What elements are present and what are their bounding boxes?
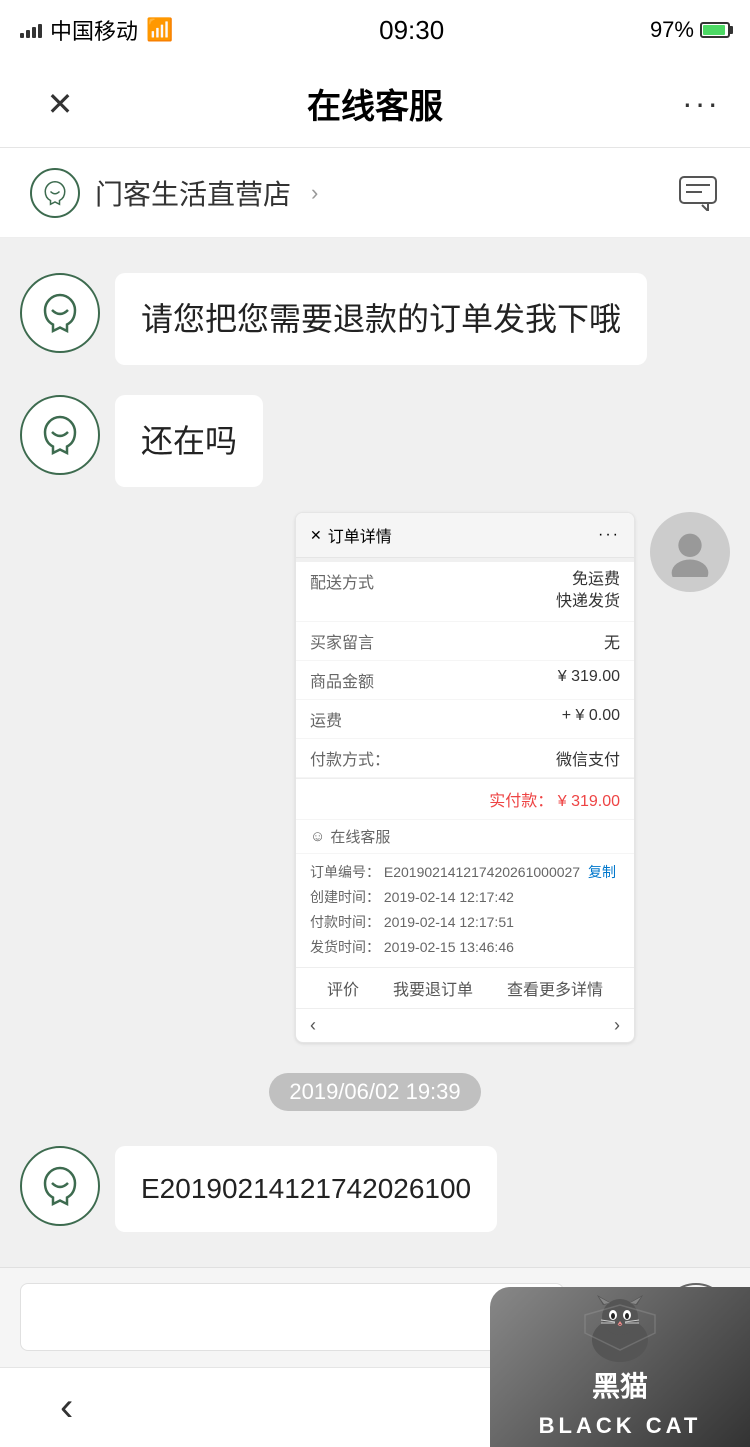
- agent-bubble-1: 请您把您需要退款的订单发我下哦: [115, 273, 647, 365]
- nav-prev-icon[interactable]: ‹: [310, 1015, 316, 1036]
- ship-time-row: 发货时间： 2019-02-15 13:46:46: [310, 935, 620, 960]
- delivery-label: 配送方式: [310, 569, 374, 614]
- online-service-label: 在线客服: [330, 826, 390, 847]
- online-service-row: ☺ 在线客服: [296, 819, 634, 853]
- agent-avatar-3: [20, 1146, 100, 1226]
- create-time-label: 创建时间：: [310, 889, 380, 905]
- order-close-icon: ✕: [310, 527, 322, 544]
- chinese-cat-text: 黑猫: [592, 1365, 648, 1405]
- pay-method-value: 微信支付: [556, 746, 620, 770]
- order-card-nav: ‹ ›: [296, 1008, 634, 1042]
- create-time-value: 2019-02-14 12:17:42: [384, 889, 514, 905]
- order-no-value: E201902141217420261000027: [384, 864, 580, 880]
- back-button[interactable]: ‹: [60, 1385, 73, 1430]
- wifi-icon: 📶: [146, 17, 173, 43]
- chat-list-icon: [678, 175, 718, 211]
- chat-area: 请您把您需要退款的订单发我下哦 还在吗 ✕ 订单详情: [0, 238, 750, 1267]
- nav-title: 在线客服: [307, 79, 443, 128]
- time-display: 09:30: [379, 15, 444, 46]
- agent-message-1-text: 请您把您需要退款的订单发我下哦: [141, 301, 621, 337]
- signal-icon: [20, 22, 42, 38]
- action-refund[interactable]: 我要退订单: [393, 976, 473, 1000]
- shop-info[interactable]: 门客生活直营店 ›: [30, 168, 318, 218]
- delivery-value: 免运费快递发货: [556, 569, 620, 614]
- agent-message-3-text: E20190214121742026100: [141, 1173, 471, 1204]
- shop-header: 门客生活直营店 ›: [0, 148, 750, 238]
- more-button[interactable]: ···: [660, 85, 720, 122]
- agent-bubble-3: E20190214121742026100: [115, 1146, 497, 1232]
- status-left: 中国移动 📶: [20, 14, 173, 46]
- order-no-label: 订单编号：: [310, 864, 380, 880]
- agent-logo-icon: [36, 289, 84, 337]
- shop-logo: [30, 168, 80, 218]
- order-detail-info: 订单编号： E201902141217420261000027 复制 创建时间：…: [296, 853, 634, 967]
- black-cat-label: 黑猫: [592, 1365, 648, 1405]
- shop-logo-icon: [40, 178, 70, 208]
- timestamp-badge: 2019/06/02 19:39: [269, 1073, 480, 1111]
- battery-percent: 97%: [650, 17, 694, 43]
- shipping-label: 运费: [310, 707, 342, 731]
- ship-time-label: 发货时间：: [310, 939, 380, 955]
- battery-icon: [700, 22, 730, 38]
- pay-method-row: 付款方式： 微信支付: [296, 739, 634, 778]
- agent-message-2: 还在吗: [0, 380, 750, 502]
- order-card-title: 订单详情: [328, 523, 392, 547]
- create-time-row: 创建时间： 2019-02-14 12:17:42: [310, 885, 620, 910]
- agent-message-1: 请您把您需要退款的订单发我下哦: [0, 258, 750, 380]
- order-no-row: 订单编号： E201902141217420261000027 复制: [310, 860, 620, 885]
- buyer-note-value: 无: [604, 629, 620, 653]
- pay-time-row: 付款时间： 2019-02-14 12:17:51: [310, 910, 620, 935]
- user-avatar: [650, 512, 730, 592]
- nav-bar: ✕ 在线客服 ···: [0, 60, 750, 148]
- black-cat-english-text: BLACK CAT: [539, 1413, 702, 1439]
- agent-logo-icon-2: [36, 411, 84, 459]
- action-details[interactable]: 查看更多详情: [507, 976, 603, 1000]
- order-card[interactable]: ✕ 订单详情 ··· 配送方式 免运费快递发货 买家留言 无 商品金额 ¥ 31…: [295, 512, 635, 1043]
- agent-message-3: E20190214121742026100: [0, 1131, 750, 1247]
- black-cat-watermark: 黑猫 BLACK CAT: [490, 1287, 750, 1447]
- pay-time-label: 付款时间：: [310, 914, 380, 930]
- agent-message-2-text: 还在吗: [141, 423, 237, 459]
- agent-avatar-2: [20, 395, 100, 475]
- status-bar: 中国移动 📶 09:30 97%: [0, 0, 750, 60]
- action-review[interactable]: 评价: [327, 976, 359, 1000]
- buyer-note-row: 买家留言 无: [296, 622, 634, 661]
- pay-method-label: 付款方式：: [310, 746, 390, 770]
- agent-bubble-2: 还在吗: [115, 395, 263, 487]
- order-card-header-left: ✕ 订单详情: [310, 523, 392, 547]
- battery-fill: [703, 25, 725, 35]
- order-card-header: ✕ 订单详情 ···: [296, 513, 634, 558]
- message-input[interactable]: [20, 1283, 564, 1351]
- user-order-message: ✕ 订单详情 ··· 配送方式 免运费快递发货 买家留言 无 商品金额 ¥ 31…: [0, 502, 750, 1053]
- chat-list-button[interactable]: [676, 171, 720, 215]
- nav-next-icon[interactable]: ›: [614, 1015, 620, 1036]
- pay-time-value: 2019-02-14 12:17:51: [384, 914, 514, 930]
- copy-label[interactable]: 复制: [588, 864, 616, 880]
- order-card-more-icon: ···: [598, 526, 620, 544]
- black-cat-logo-icon: [575, 1295, 665, 1365]
- actual-pay-value: ¥ 319.00: [558, 793, 620, 810]
- user-avatar-icon: [665, 527, 715, 577]
- buyer-note-label: 买家留言: [310, 629, 374, 653]
- delivery-row: 配送方式 免运费快递发货: [296, 562, 634, 622]
- ship-time-value: 2019-02-15 13:46:46: [384, 939, 514, 955]
- actual-pay-row: 实付款： ¥ 319.00: [296, 778, 634, 819]
- shipping-value: + ¥ 0.00: [562, 707, 620, 731]
- amount-value: ¥ 319.00: [558, 668, 620, 692]
- agent-logo-icon-3: [36, 1162, 84, 1210]
- close-button[interactable]: ✕: [30, 85, 90, 123]
- shop-name: 门客生活直营店: [95, 173, 291, 213]
- shop-arrow-icon: ›: [311, 180, 318, 206]
- order-card-actions: 评价 我要退订单 查看更多详情: [296, 967, 634, 1008]
- shipping-row: 运费 + ¥ 0.00: [296, 700, 634, 739]
- online-service-icon: ☺: [310, 828, 325, 845]
- timestamp-row: 2019/06/02 19:39: [0, 1053, 750, 1131]
- carrier-label: 中国移动: [50, 14, 138, 46]
- actual-pay-label: 实付款：: [489, 793, 553, 810]
- amount-label: 商品金额: [310, 668, 374, 692]
- status-right: 97%: [650, 17, 730, 43]
- agent-avatar-1: [20, 273, 100, 353]
- amount-row: 商品金额 ¥ 319.00: [296, 661, 634, 700]
